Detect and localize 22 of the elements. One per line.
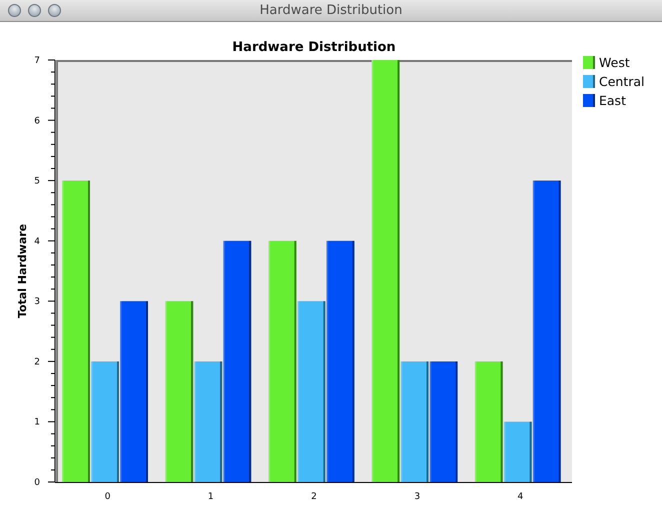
y-tick-label: 2 — [34, 357, 40, 368]
x-tick-label: 3 — [414, 492, 420, 502]
zoom-button[interactable] — [48, 4, 61, 17]
y-tick-label: 5 — [34, 176, 40, 187]
legend-label: West — [599, 55, 630, 70]
legend-label: East — [599, 93, 626, 108]
close-button[interactable] — [8, 4, 21, 17]
y-tick-label: 1 — [34, 418, 40, 428]
x-tick-label: 4 — [518, 492, 524, 502]
legend-label: Central — [599, 74, 645, 89]
y-axis-title: Total Hardware — [16, 224, 29, 318]
x-tick-label: 2 — [311, 492, 317, 502]
y-tick-label: 0 — [34, 478, 40, 488]
y-tick-label: 6 — [34, 116, 40, 126]
y-tick-label: 3 — [34, 297, 40, 308]
window-title: Hardware Distribution — [260, 3, 402, 18]
chart-title: Hardware Distribution — [232, 40, 396, 55]
x-tick-label: 1 — [208, 492, 214, 502]
y-tick-label: 4 — [34, 236, 40, 247]
minimize-button[interactable] — [28, 4, 41, 17]
x-tick-label: 0 — [104, 492, 110, 502]
y-tick-label: 7 — [34, 56, 40, 66]
